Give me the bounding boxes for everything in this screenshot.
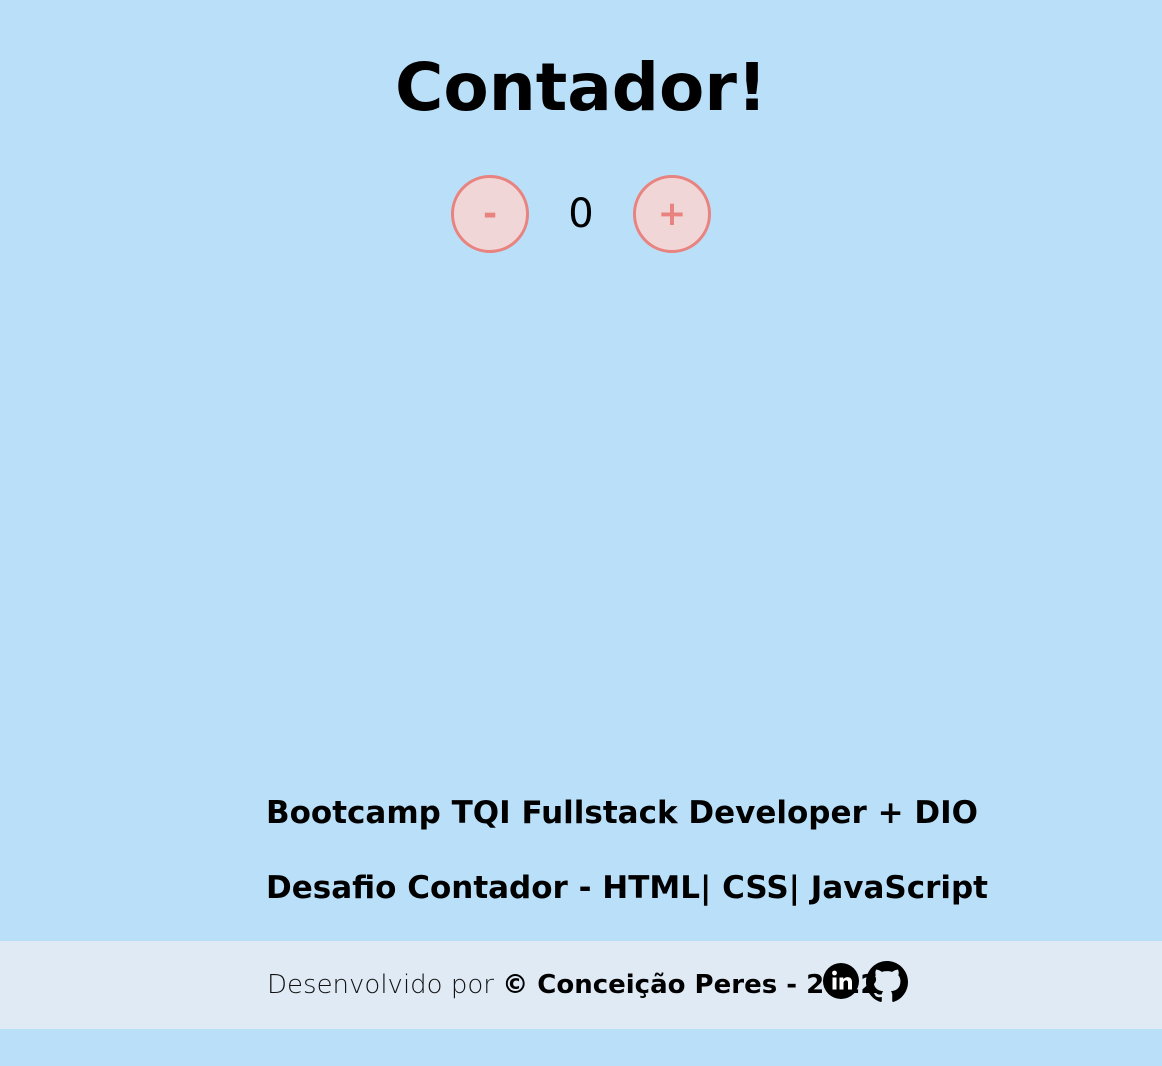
footer-prefix: Desenvolvido por xyxy=(267,970,503,1000)
footer: Desenvolvido por © Conceição Peres - 202… xyxy=(0,941,1162,1029)
counter: - 0 + xyxy=(0,175,1162,253)
linkedin-icon xyxy=(823,963,859,999)
social-links xyxy=(822,961,908,1003)
page-title: Contador! xyxy=(394,49,768,126)
increment-button[interactable]: + xyxy=(633,175,711,253)
challenge-heading: Desafio Contador - HTML| CSS| JavaScript xyxy=(266,870,988,906)
github-link[interactable] xyxy=(866,961,908,1003)
footer-credit: Desenvolvido por © Conceição Peres - 202… xyxy=(267,966,878,1004)
bootcamp-heading: Bootcamp TQI Fullstack Developer + DIO xyxy=(266,795,978,831)
decrement-button[interactable]: - xyxy=(451,175,529,253)
github-icon xyxy=(866,961,908,1002)
counter-value: 0 xyxy=(568,191,594,237)
linkedin-link[interactable] xyxy=(822,961,860,1003)
